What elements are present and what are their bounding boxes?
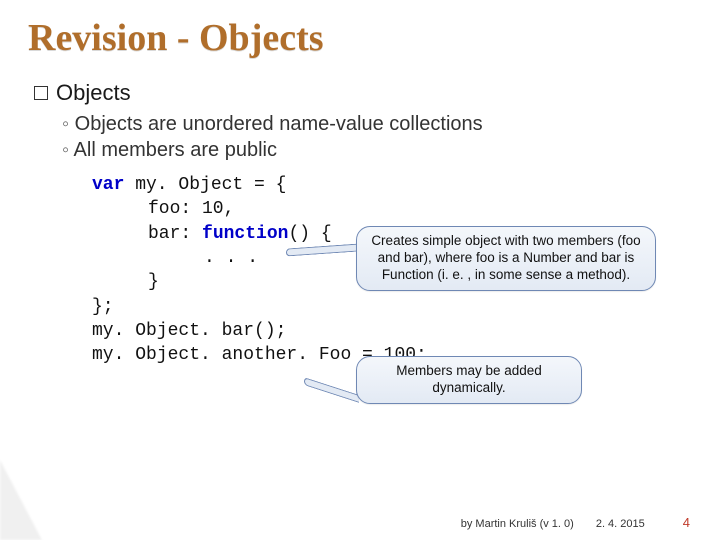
page-curl-decoration bbox=[0, 460, 42, 540]
code-text: my. Object = { bbox=[124, 175, 286, 195]
code-line: }; bbox=[92, 295, 720, 319]
footer-page-number: 4 bbox=[683, 515, 690, 530]
code-line: my. Object. bar(); bbox=[92, 319, 720, 343]
slide-title: Revision - Objects bbox=[0, 0, 720, 60]
keyword-var: var bbox=[92, 175, 124, 195]
code-text: () { bbox=[288, 224, 331, 244]
code-text: bar: bbox=[148, 224, 202, 244]
slide-footer: by Martin Kruliš (v 1. 0) 2. 4. 2015 4 bbox=[461, 515, 690, 530]
section-label: Objects bbox=[56, 80, 131, 106]
section-heading: Objects bbox=[0, 60, 720, 110]
footer-date: 2. 4. 2015 bbox=[596, 518, 645, 530]
callout-dynamic-members: Members may be added dynamically. bbox=[356, 356, 582, 404]
checkbox-icon bbox=[34, 86, 48, 100]
footer-author: by Martin Kruliš (v 1. 0) bbox=[461, 518, 574, 530]
code-line: var my. Object = { bbox=[92, 173, 720, 197]
callout-pointer bbox=[304, 380, 360, 400]
bullet-item: All members are public bbox=[62, 138, 720, 164]
callout-object-members: Creates simple object with two members (… bbox=[356, 226, 656, 291]
code-line: foo: 10, bbox=[92, 197, 720, 221]
keyword-function: function bbox=[202, 224, 288, 244]
callout-pointer bbox=[286, 242, 360, 256]
bullet-list: Objects are unordered name-value collect… bbox=[0, 110, 720, 167]
bullet-item: Objects are unordered name-value collect… bbox=[62, 112, 720, 138]
